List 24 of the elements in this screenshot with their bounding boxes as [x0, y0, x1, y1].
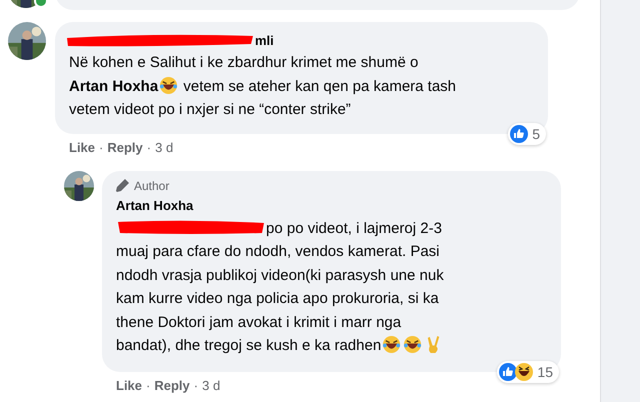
comment-text: Në kohen e Salihut i ke zbardhur krimet me shumë o Artan Hoxha vetem se ateher kan qen pa kamera tash vetem videot po i nxjer si ne “conter strike” [69, 53, 458, 120]
reply-link[interactable]: Reply [154, 378, 190, 392]
like-link[interactable]: Like [116, 378, 142, 392]
reaction-count[interactable]: 5 [508, 122, 546, 144]
comment-text: po po videot, i lajmeroj 2-3 muaj para cfare do ndodh, vendos kamerat. Pasi ndodh vrasja publikoj videon(ki parasysh une nuk kam kurre video nga policia apo prokuroria, si ka thene Doktori jam avokat i krimit i marr nga bandat), dhe tregoj se kush e ka radhen [116, 218, 445, 356]
commenter-name[interactable]: mli [255, 32, 274, 48]
like-link[interactable]: Like [69, 140, 96, 154]
comment-time[interactable]: 3 d [202, 378, 220, 392]
separator-dot: · [194, 378, 198, 392]
laughing-emoji-icon [403, 335, 422, 354]
separator-dot: · [99, 140, 104, 154]
laughing-emoji-icon [382, 335, 402, 354]
reply-link[interactable]: Reply [107, 140, 143, 154]
comment-time[interactable]: 3 d [155, 140, 174, 154]
separator-dot: · [146, 378, 150, 392]
reaction-count[interactable]: 15 [497, 360, 559, 382]
laughing-emoji-icon [159, 76, 178, 94]
laughing-reaction-icon [515, 362, 534, 380]
commenter-name[interactable]: Artan Hoxha [116, 198, 194, 213]
separator-dot: · [146, 140, 152, 154]
like-reaction-icon [499, 362, 518, 380]
author-label: Author [134, 178, 170, 192]
pen-icon [116, 179, 129, 192]
like-reaction-icon [510, 124, 528, 142]
